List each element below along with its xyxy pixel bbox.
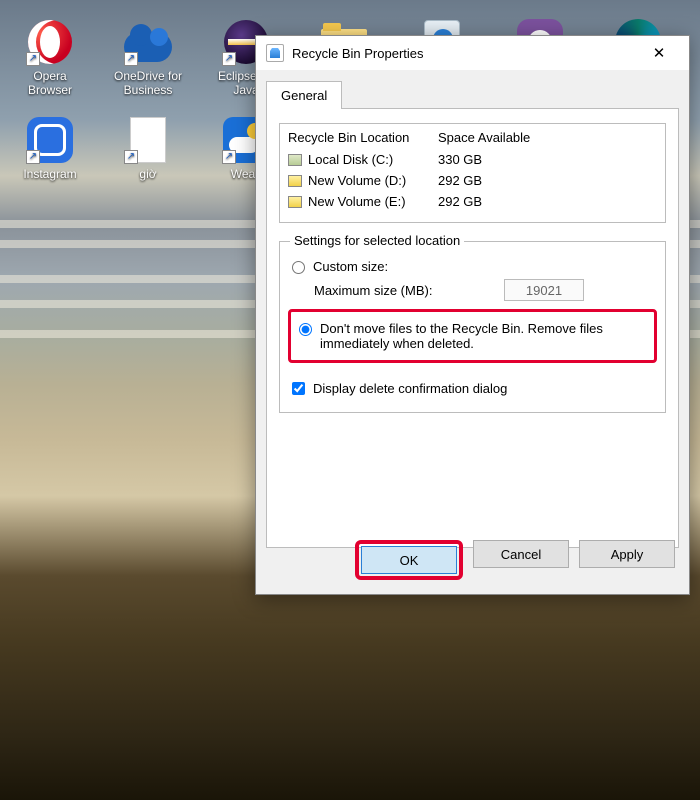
col-space: Space Available <box>438 130 657 145</box>
highlight-dont-move: Don't move files to the Recycle Bin. Rem… <box>288 309 657 363</box>
tab-general[interactable]: General <box>266 81 342 109</box>
desktop-icon-label: Instagram <box>23 168 76 182</box>
drive-row[interactable]: New Volume (E:) 292 GB <box>288 191 657 212</box>
shortcut-arrow-icon: ↗ <box>222 52 236 66</box>
drive-list: Recycle Bin Location Space Available Loc… <box>279 123 666 223</box>
drive-row[interactable]: Local Disk (C:) 330 GB <box>288 149 657 170</box>
radio-dont-move[interactable] <box>299 323 312 336</box>
checkbox-display-confirm[interactable] <box>292 382 305 395</box>
recycle-bin-properties-dialog: Recycle Bin Properties ✕ General Recycle… <box>255 35 690 595</box>
drive-name: New Volume (D:) <box>308 173 406 188</box>
apply-button[interactable]: Apply <box>579 540 675 568</box>
cancel-button[interactable]: Cancel <box>473 540 569 568</box>
radio-dont-move-label: Don't move files to the Recycle Bin. Rem… <box>320 321 646 351</box>
dialog-button-row: OK Cancel Apply <box>256 540 689 580</box>
drive-space: 330 GB <box>438 152 657 167</box>
close-button[interactable]: ✕ <box>637 39 681 67</box>
max-size-row: Maximum size (MB): <box>292 277 653 301</box>
settings-group: Settings for selected location Custom si… <box>279 241 666 413</box>
drive-row[interactable]: New Volume (D:) 292 GB <box>288 170 657 191</box>
desktop-icon-label: Opera Browser <box>10 70 90 98</box>
tab-body-general: Recycle Bin Location Space Available Loc… <box>266 108 679 548</box>
ok-button[interactable]: OK <box>361 546 457 574</box>
titlebar[interactable]: Recycle Bin Properties ✕ <box>256 36 689 70</box>
desktop-icon-instagram[interactable]: ↗ Instagram <box>10 116 90 182</box>
shortcut-arrow-icon: ↗ <box>26 52 40 66</box>
checkbox-display-confirm-label: Display delete confirmation dialog <box>313 381 507 396</box>
desktop-icon-opera[interactable]: ↗ Opera Browser <box>10 18 90 98</box>
drive-icon <box>288 154 302 166</box>
drive-space: 292 GB <box>438 173 657 188</box>
drive-space: 292 GB <box>438 194 657 209</box>
radio-custom-size[interactable] <box>292 261 305 274</box>
max-size-label: Maximum size (MB): <box>314 283 504 298</box>
shortcut-arrow-icon: ↗ <box>222 150 236 164</box>
shortcut-arrow-icon: ↗ <box>124 52 138 66</box>
radio-custom-size-label: Custom size: <box>313 259 388 274</box>
drive-icon <box>288 196 302 208</box>
settings-legend: Settings for selected location <box>290 233 464 248</box>
drive-icon <box>288 175 302 187</box>
recycle-bin-titlebar-icon <box>266 44 284 62</box>
shortcut-arrow-icon: ↗ <box>124 150 138 164</box>
checkbox-display-confirm-row: Display delete confirmation dialog <box>292 381 653 396</box>
tab-strip: General <box>256 70 689 108</box>
desktop-icon-label: giờ <box>139 168 156 182</box>
close-icon: ✕ <box>653 44 666 62</box>
radio-dont-move-row: Don't move files to the Recycle Bin. Rem… <box>299 318 646 354</box>
drive-name: Local Disk (C:) <box>308 152 393 167</box>
dialog-title: Recycle Bin Properties <box>292 46 637 61</box>
drive-list-header: Recycle Bin Location Space Available <box>288 130 657 149</box>
desktop-icon-onedrive[interactable]: ↗ OneDrive for Business <box>108 18 188 98</box>
radio-custom-size-row: Custom size: <box>292 256 653 277</box>
desktop-icon-label: OneDrive for Business <box>108 70 188 98</box>
shortcut-arrow-icon: ↗ <box>26 150 40 164</box>
drive-name: New Volume (E:) <box>308 194 406 209</box>
max-size-input[interactable] <box>504 279 584 301</box>
desktop-icon-file[interactable]: ↗ giờ <box>108 116 188 182</box>
col-location: Recycle Bin Location <box>288 130 438 145</box>
highlight-ok: OK <box>355 540 463 580</box>
